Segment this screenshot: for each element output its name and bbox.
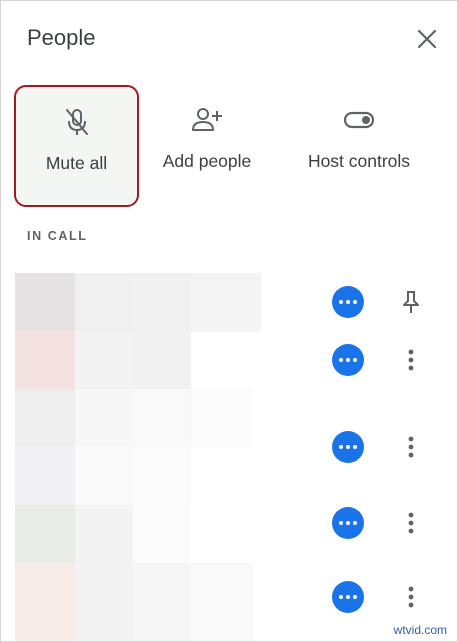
participant-name-blurred — [75, 447, 133, 506]
watermark: wtvid.com — [393, 623, 447, 637]
section-label-in-call: IN CALL — [27, 229, 88, 243]
panel-title: People — [27, 25, 96, 50]
participant-row[interactable] — [1, 331, 457, 390]
pin-button[interactable] — [397, 288, 425, 316]
participant-avatar — [15, 331, 75, 390]
participant-name-blurred — [75, 389, 133, 448]
person-add-icon — [192, 108, 222, 131]
participant-row[interactable] — [1, 563, 457, 641]
more-vert-icon — [408, 349, 414, 371]
mute-all-label: Mute all — [45, 153, 108, 173]
pin-icon — [403, 291, 419, 313]
participant-avatar — [15, 389, 75, 448]
more-vert-icon — [408, 586, 414, 608]
host-controls-label: Host controls — [307, 151, 411, 171]
participant-row[interactable] — [1, 505, 457, 564]
participant-row[interactable] — [1, 273, 457, 332]
participant-name-blurred — [75, 331, 133, 390]
more-vert-button[interactable] — [397, 346, 425, 374]
more-options-button[interactable] — [332, 286, 364, 318]
more-options-button[interactable] — [332, 344, 364, 376]
add-people-button[interactable]: Add people — [149, 85, 265, 203]
more-vert-icon — [408, 512, 414, 534]
add-people-label: Add people — [162, 151, 252, 171]
participant-name-blurred — [75, 505, 133, 564]
participant-avatar — [15, 505, 75, 564]
participant-avatar — [15, 273, 75, 332]
people-panel: People Mute all Add people Host controls… — [0, 0, 458, 642]
toggle-icon — [343, 111, 375, 129]
participant-row[interactable] — [1, 447, 457, 506]
more-options-button[interactable] — [332, 507, 364, 539]
participant-avatar — [15, 447, 75, 506]
host-controls-button[interactable]: Host controls — [293, 85, 425, 203]
participant-name-blurred — [75, 273, 133, 332]
more-vert-button[interactable] — [397, 509, 425, 537]
mic-off-icon — [65, 109, 88, 135]
close-icon[interactable] — [413, 25, 441, 53]
participant-avatar — [15, 563, 75, 641]
more-vert-button[interactable] — [397, 583, 425, 611]
participant-row[interactable] — [1, 389, 457, 463]
participant-name-blurred — [75, 563, 133, 641]
more-options-button[interactable] — [332, 581, 364, 613]
mute-all-button[interactable]: Mute all — [14, 85, 139, 207]
